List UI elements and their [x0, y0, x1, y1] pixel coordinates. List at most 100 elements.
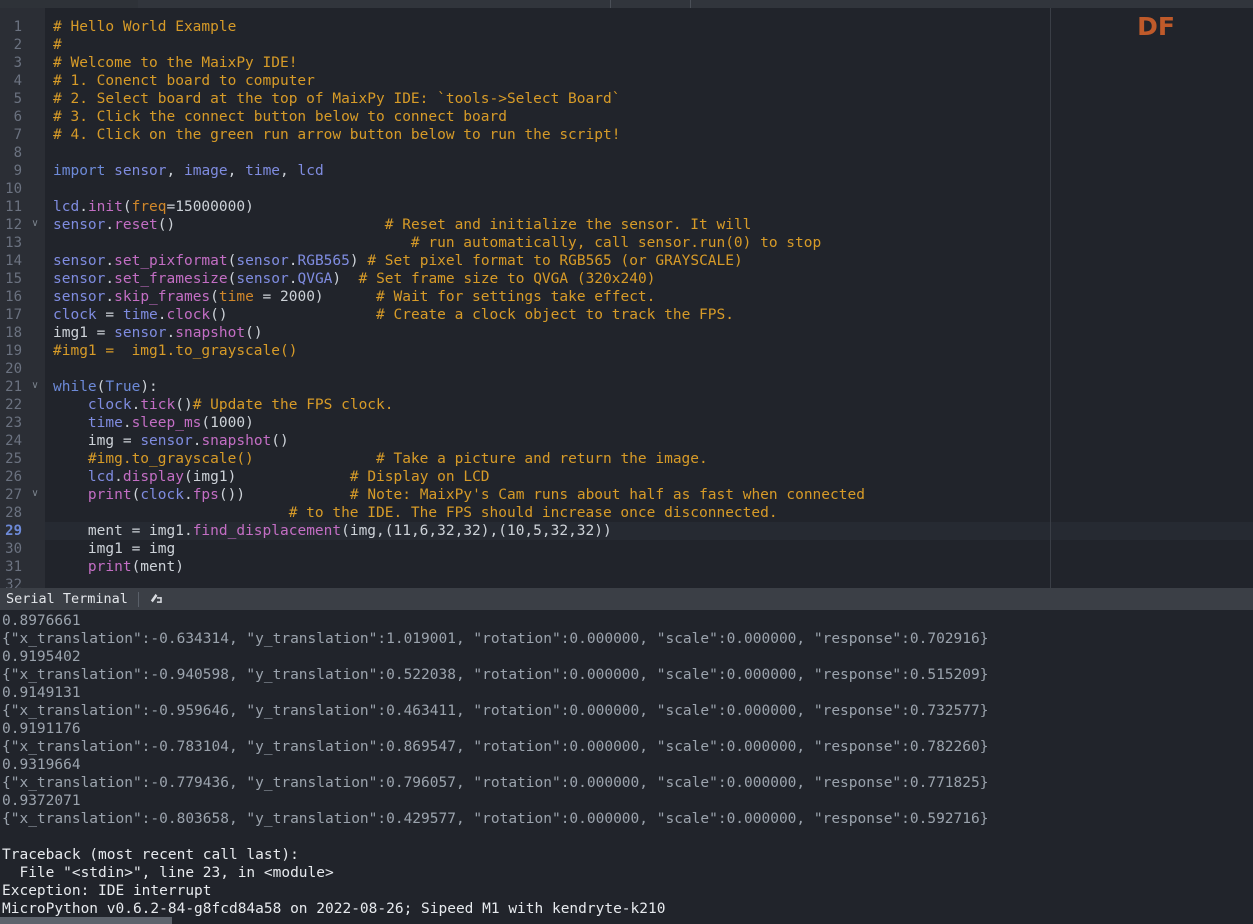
line-number[interactable]: 18: [0, 324, 45, 342]
chevron-down-icon[interactable]: ∨: [28, 486, 42, 504]
horizontal-scrollbar[interactable]: [0, 917, 1253, 924]
editor-tab-strip[interactable]: [0, 0, 1253, 8]
chevron-down-icon[interactable]: ∨: [28, 378, 42, 396]
code-line[interactable]: lcd.init(freq=15000000): [45, 198, 1253, 216]
code-token: # Wait for settings take effect.: [376, 289, 656, 305]
line-number[interactable]: 22: [0, 396, 45, 414]
code-token: set_pixformat: [114, 253, 228, 269]
code-token: ,: [280, 163, 298, 179]
code-token: (): [175, 397, 193, 413]
line-number[interactable]: 30: [0, 540, 45, 558]
code-line[interactable]: img1 = img: [45, 540, 1253, 558]
code-editor[interactable]: 1 2 3 4 5 6 7 8 9 10 11 12 ∨ 13 14 15 16 17 18 19 20 21 ∨ 22 23 2…: [0, 8, 1253, 588]
line-number[interactable]: 31: [0, 558, 45, 576]
line-number[interactable]: 27 ∨: [0, 486, 45, 504]
code-token: (: [131, 487, 141, 503]
line-number[interactable]: 24: [0, 432, 45, 450]
terminal-line: Exception: IDE interrupt: [2, 883, 212, 899]
line-number[interactable]: 19: [0, 342, 45, 360]
serial-terminal-output[interactable]: 0.8976661 {"x_translation":-0.634314, "y_…: [0, 610, 1253, 924]
code-line[interactable]: [45, 144, 1253, 162]
code-line[interactable]: ment = img1.find_displacement(img,(11,6,…: [45, 522, 1253, 540]
line-number[interactable]: 16: [0, 288, 45, 306]
code-line[interactable]: # Welcome to the MaixPy IDE!: [45, 54, 1253, 72]
code-line[interactable]: # 1. Conenct board to computer: [45, 72, 1253, 90]
line-number[interactable]: 5: [0, 90, 45, 108]
code-token: reset: [114, 217, 158, 233]
chevron-down-icon[interactable]: ∨: [28, 216, 42, 234]
line-number[interactable]: 14: [0, 252, 45, 270]
code-token: =: [114, 433, 141, 449]
line-number[interactable]: 1: [0, 18, 45, 36]
code-line[interactable]: time.sleep_ms(1000): [45, 414, 1253, 432]
code-line[interactable]: print(clock.fps()) # Note: MaixPy's Cam …: [45, 486, 1253, 504]
code-line[interactable]: [45, 180, 1253, 198]
code-token: lcd: [53, 199, 80, 215]
line-number[interactable]: 32: [0, 576, 45, 588]
code-line[interactable]: sensor.skip_frames(time = 2000) # Wait f…: [45, 288, 1253, 306]
code-line[interactable]: img = sensor.snapshot(): [45, 432, 1253, 450]
df-watermark: DF: [1137, 12, 1175, 41]
editor-tab-active[interactable]: [0, 0, 138, 8]
line-number[interactable]: 28: [0, 504, 45, 522]
code-line[interactable]: sensor.set_pixformat(sensor.RGB565) # Se…: [45, 252, 1253, 270]
code-line[interactable]: #img1 = img1.to_grayscale(): [45, 342, 1253, 360]
code-token: .: [166, 325, 176, 341]
code-line[interactable]: # Hello World Example: [45, 18, 1253, 36]
line-number[interactable]: 26: [0, 468, 45, 486]
line-number[interactable]: 15: [0, 270, 45, 288]
scrollbar-thumb[interactable]: [0, 917, 172, 924]
code-token: print: [87, 559, 132, 575]
terminal-line: 0.8976661: [2, 613, 81, 629]
code-line[interactable]: #: [45, 36, 1253, 54]
line-number[interactable]: 4: [0, 72, 45, 90]
code-line[interactable]: import sensor, image, time, lcd: [45, 162, 1253, 180]
code-line[interactable]: #img.to_grayscale() # Take a picture and…: [45, 450, 1253, 468]
line-number[interactable]: 10: [0, 180, 45, 198]
code-line[interactable]: lcd.display(img1) # Display on LCD: [45, 468, 1253, 486]
line-number-gutter[interactable]: 1 2 3 4 5 6 7 8 9 10 11 12 ∨ 13 14 15 16 17 18 19 20 21 ∨ 22 23 2…: [0, 8, 47, 588]
line-number[interactable]: 29: [0, 522, 47, 540]
code-line[interactable]: [45, 360, 1253, 378]
code-line[interactable]: sensor.reset() # Reset and initialize th…: [45, 216, 1253, 234]
line-number[interactable]: 21 ∨: [0, 378, 45, 396]
code-token: display: [122, 469, 184, 485]
code-line[interactable]: sensor.set_framesize(sensor.QVGA) # Set …: [45, 270, 1253, 288]
line-number[interactable]: 6: [0, 108, 45, 126]
code-line[interactable]: # run automatically, call sensor.run(0) …: [45, 234, 1253, 252]
line-number[interactable]: 8: [0, 144, 45, 162]
code-line[interactable]: # 2. Select board at the top of MaixPy I…: [45, 90, 1253, 108]
code-line[interactable]: print(ment): [45, 558, 1253, 576]
code-line[interactable]: clock.tick()# Update the FPS clock.: [45, 396, 1253, 414]
broom-icon[interactable]: [147, 590, 167, 608]
line-number[interactable]: 20: [0, 360, 45, 378]
code-token: img: [87, 433, 115, 449]
code-line[interactable]: [45, 576, 1253, 588]
code-line[interactable]: while(True):: [45, 378, 1253, 396]
line-number[interactable]: 2: [0, 36, 45, 54]
line-number[interactable]: 7: [0, 126, 45, 144]
line-number[interactable]: 23: [0, 414, 45, 432]
line-number[interactable]: 3: [0, 54, 45, 72]
line-number[interactable]: 25: [0, 450, 45, 468]
code-line[interactable]: # to the IDE. The FPS should increase on…: [45, 504, 1253, 522]
editor-tab-area[interactable]: [138, 0, 1253, 8]
code-token: True: [105, 379, 141, 395]
code-token: RGB565: [297, 253, 350, 269]
line-number[interactable]: 11: [0, 198, 45, 216]
code-line[interactable]: # 3. Click the connect button below to c…: [45, 108, 1253, 126]
code-token: ): [349, 253, 368, 269]
line-number[interactable]: 13: [0, 234, 45, 252]
line-number[interactable]: 9: [0, 162, 45, 180]
terminal-line: 0.9319664: [2, 757, 81, 773]
line-number[interactable]: 17: [0, 306, 45, 324]
code-token: ,: [227, 163, 246, 179]
code-line[interactable]: img1 = sensor.snapshot(): [45, 324, 1253, 342]
code-line[interactable]: # 4. Click on the green run arrow button…: [45, 126, 1253, 144]
line-number[interactable]: 12 ∨: [0, 216, 45, 234]
code-area[interactable]: # Hello World Example # # Welcome to the M…: [45, 8, 1253, 588]
code-line[interactable]: clock = time.clock() # Create a clock ob…: [45, 306, 1253, 324]
